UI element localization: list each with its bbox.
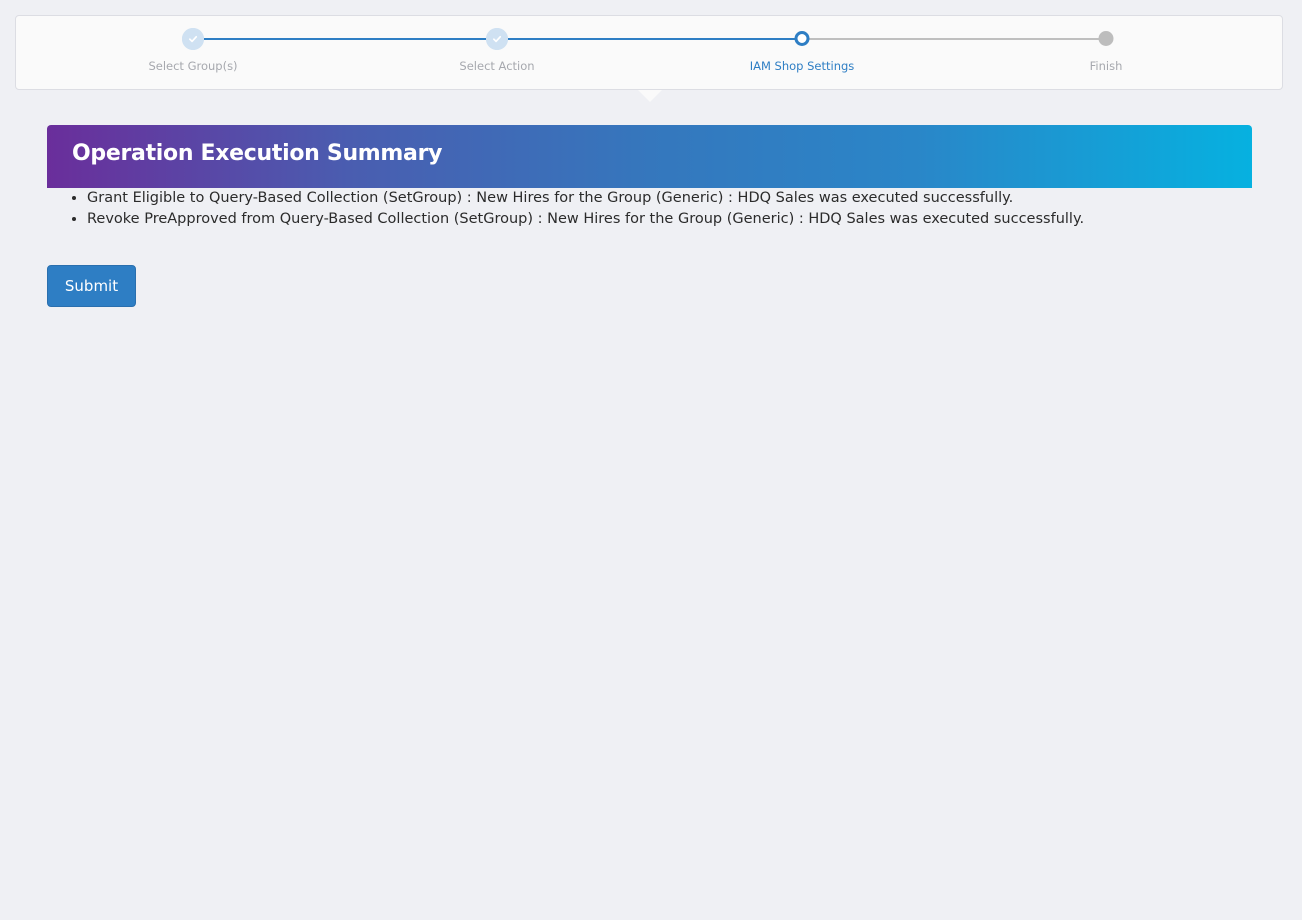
step-completed-indicator [182, 28, 204, 50]
execution-message: Grant Eligible to Query-Based Collection… [87, 188, 1084, 209]
wizard-progress: Select Group(s) Select Action IAM Shop S… [15, 15, 1283, 90]
step-pending-indicator [1098, 31, 1114, 46]
step-current-indicator [794, 31, 810, 46]
check-icon [492, 35, 502, 43]
wizard-step-select-groups[interactable]: Select Group(s) [93, 16, 293, 91]
submit-button[interactable]: Submit [47, 265, 136, 307]
summary-header: Operation Execution Summary [47, 125, 1252, 188]
wizard-step-label: Finish [1089, 59, 1123, 73]
execution-messages-list: Grant Eligible to Query-Based Collection… [47, 188, 1084, 230]
wizard-current-step-pointer [638, 90, 662, 102]
wizard-step-label: Select Group(s) [148, 59, 238, 73]
wizard-step-label: IAM Shop Settings [749, 59, 855, 73]
wizard-step-iam-shop-settings[interactable]: IAM Shop Settings [702, 16, 902, 91]
wizard-step-select-action[interactable]: Select Action [397, 16, 597, 91]
wizard-step-finish[interactable]: Finish [1006, 16, 1206, 91]
wizard-step-label: Select Action [459, 59, 535, 73]
step-completed-indicator [486, 28, 508, 50]
summary-title: Operation Execution Summary [72, 141, 443, 166]
execution-message: Revoke PreApproved from Query-Based Coll… [87, 209, 1084, 230]
check-icon [188, 35, 198, 43]
